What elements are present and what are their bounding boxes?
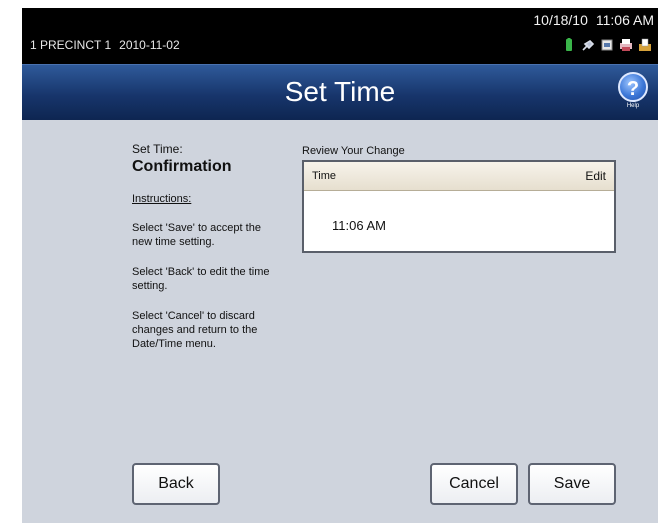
instructions-heading: Instructions: [132,193,192,205]
review-label: Review Your Change [302,145,405,157]
status-icons [562,38,652,52]
clock: 10/18/10 11:06 AM [525,12,654,28]
step-title: Confirmation [132,158,232,175]
current-time: 11:06 AM [595,12,654,28]
help-icon: ? [618,72,648,102]
precinct-info: 1 PRECINCT 1 2010-11-02 [30,38,188,52]
instruction-back: Select 'Back' to edit the time setting. [132,266,270,292]
title-bar: Set Time ? Help [22,64,658,121]
cancel-button[interactable]: Cancel [430,463,518,505]
instructions-panel: Set Time: Confirmation Instructions: Sel… [132,142,282,351]
ballot-box-icon [638,38,652,52]
voting-machine-screen: 1 PRECINCT 1 2010-11-02 10/18/10 11:06 AM … [22,8,658,523]
battery-icon [562,38,576,52]
instruction-save: Select 'Save' to accept the new time set… [132,222,261,248]
precinct-name: 1 PRECINCT 1 [30,38,112,52]
review-time-value[interactable]: 11:06 AM [332,218,386,233]
current-date: 10/18/10 [533,12,588,28]
help-button[interactable]: ? Help [616,72,650,116]
page-title: Set Time [284,76,396,107]
column-header-edit: Edit [585,169,606,183]
back-button[interactable]: Back [132,463,220,505]
status-bar: 1 PRECINCT 1 2010-11-02 10/18/10 11:06 AM [22,8,658,64]
instruction-cancel: Select 'Cancel' to discard changes and r… [132,310,258,350]
review-table: Time Edit 11:06 AM [302,160,616,253]
help-label: Help [626,103,640,109]
printer-icon [619,38,633,52]
main-content: Set Time: Confirmation Instructions: Sel… [22,120,658,523]
save-button[interactable]: Save [528,463,616,505]
review-table-header: Time Edit [304,162,614,191]
election-date: 2010-11-02 [119,38,180,52]
power-plug-icon [581,38,595,52]
column-header-time: Time [312,170,337,182]
step-label: Set Time: [132,142,183,156]
memory-card-icon [600,38,614,52]
